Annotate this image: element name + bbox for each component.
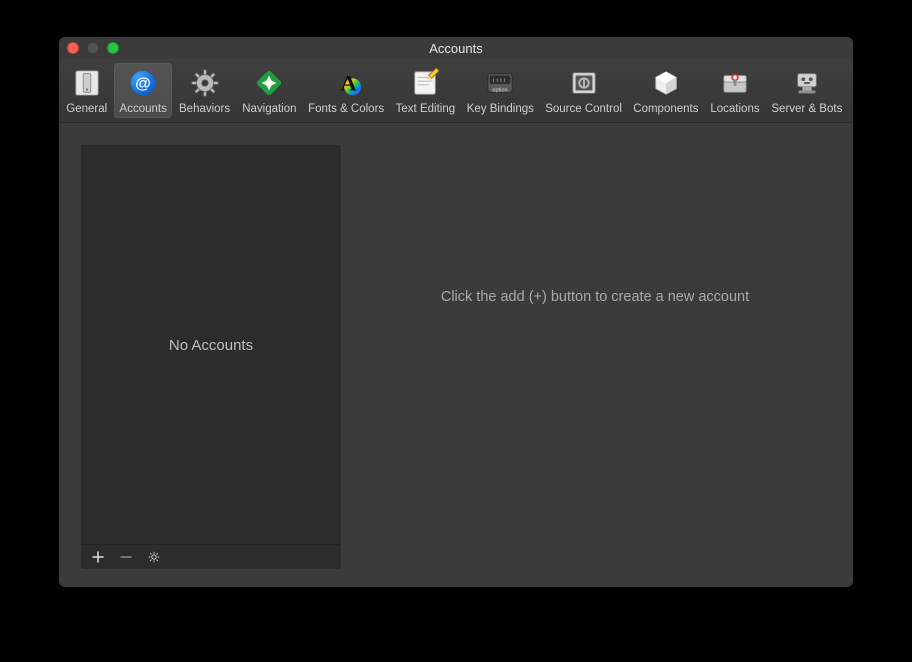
accounts-sidebar: No Accounts [81, 145, 341, 569]
tab-behaviors[interactable]: Behaviors [174, 63, 235, 118]
window-title: Accounts [67, 41, 845, 56]
tab-accounts[interactable]: @ Accounts [114, 63, 172, 118]
add-account-button[interactable] [90, 549, 106, 565]
tab-label: Text Editing [396, 103, 455, 115]
tab-label: Server & Bots [771, 103, 842, 115]
tab-label: General [66, 103, 107, 115]
content-area: No Accounts [59, 123, 853, 587]
minus-icon [120, 551, 132, 563]
components-icon [650, 67, 682, 99]
remove-account-button[interactable] [118, 549, 134, 565]
tab-general[interactable]: General [61, 63, 112, 118]
account-actions-button[interactable] [146, 549, 162, 565]
titlebar[interactable]: Accounts [59, 37, 853, 59]
accounts-sidebar-footer [82, 544, 340, 568]
tab-locations[interactable]: Locations [705, 63, 764, 118]
tab-source-control[interactable]: Source Control [541, 63, 627, 118]
tab-navigation[interactable]: Navigation [237, 63, 301, 118]
preferences-toolbar: General @ Accounts [59, 59, 853, 123]
tab-label: Navigation [242, 103, 296, 115]
svg-text:A: A [341, 71, 358, 96]
tab-label: Behaviors [179, 103, 230, 115]
general-icon [71, 67, 103, 99]
fonts-colors-icon: A [330, 67, 362, 99]
navigation-icon [253, 67, 285, 99]
accounts-icon: @ [127, 67, 159, 99]
account-detail-pane: Click the add (+) button to create a new… [359, 145, 831, 569]
tab-label: Components [633, 103, 698, 115]
preferences-window: Accounts General [59, 37, 853, 587]
tab-text-editing[interactable]: Text Editing [391, 63, 460, 118]
accounts-empty-text: No Accounts [169, 337, 253, 354]
gear-icon [147, 550, 161, 564]
tab-label: Key Bindings [467, 103, 534, 115]
accounts-list[interactable]: No Accounts [82, 146, 340, 544]
tab-key-bindings[interactable]: option Key Bindings [462, 63, 539, 118]
server-bots-icon [791, 67, 823, 99]
tab-label: Fonts & Colors [308, 103, 384, 115]
tab-components[interactable]: Components [628, 63, 703, 118]
text-editing-icon [409, 67, 441, 99]
tab-label: Accounts [120, 103, 167, 115]
key-bindings-icon: option [484, 67, 516, 99]
svg-text:option: option [493, 87, 508, 93]
source-control-icon [568, 67, 600, 99]
tab-label: Locations [710, 103, 759, 115]
locations-icon [719, 67, 751, 99]
empty-state-hint: Click the add (+) button to create a new… [441, 289, 749, 305]
tab-fonts-colors[interactable]: A Fonts & Colors [304, 63, 389, 118]
svg-text:@: @ [135, 76, 151, 93]
plus-icon [92, 551, 104, 563]
tab-label: Source Control [545, 103, 622, 115]
behaviors-gear-icon [189, 67, 221, 99]
tab-server-bots[interactable]: Server & Bots [767, 63, 847, 118]
